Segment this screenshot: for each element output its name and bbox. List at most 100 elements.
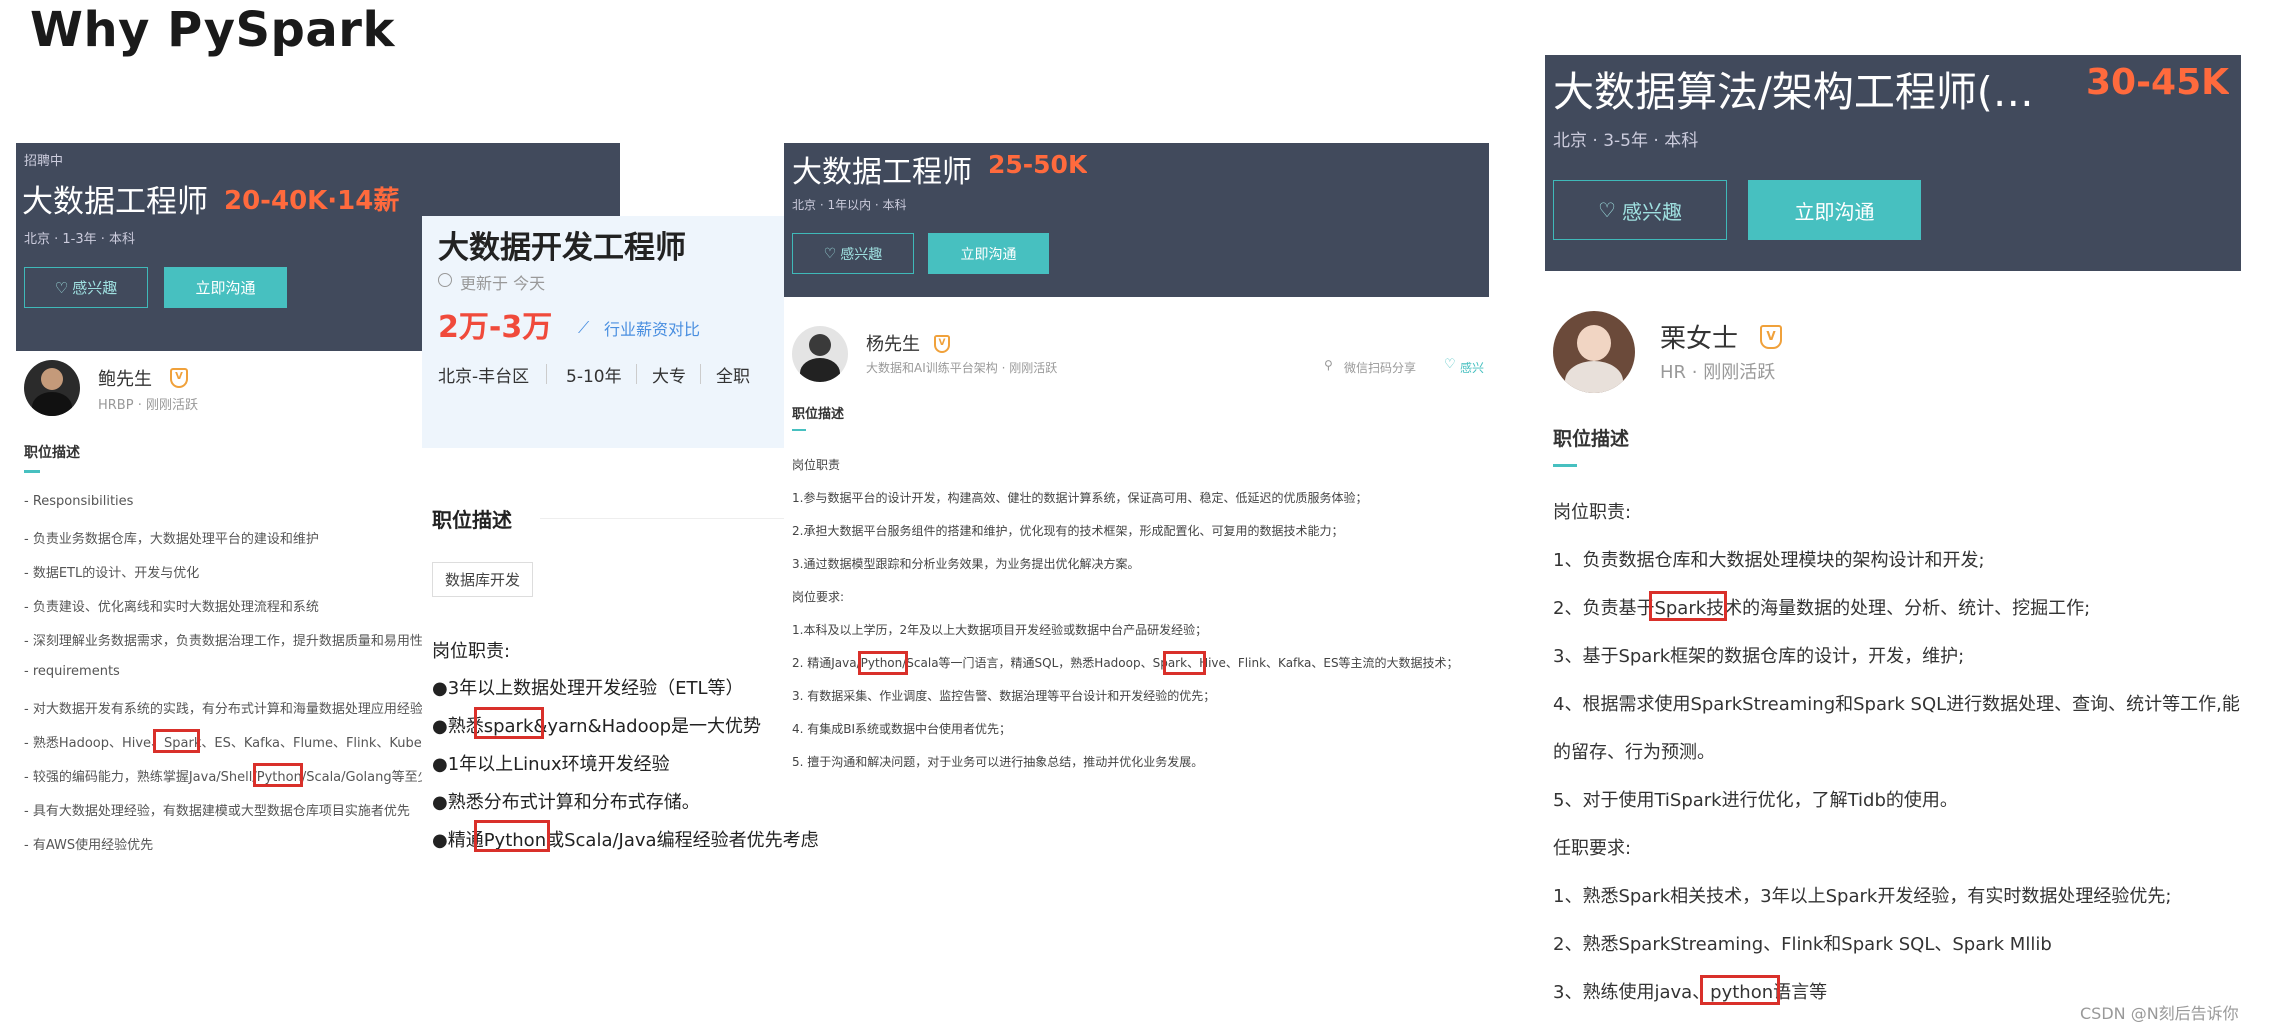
card3-like[interactable]: 感兴 xyxy=(1460,359,1484,376)
card1-avatar xyxy=(24,360,80,416)
card3-meta: 北京 · 1年以内 · 本科 xyxy=(792,198,907,212)
card1-interest-button[interactable]: ♡ 感兴趣 xyxy=(24,267,148,308)
card4-meta: 北京 · 3-5年 · 本科 xyxy=(1553,131,1699,151)
card4-interest-label: 感兴趣 xyxy=(1621,199,1682,224)
section-rule xyxy=(540,518,784,519)
python-highlight-box xyxy=(1700,975,1780,1005)
card1-line: - 深刻理解业务数据需求，负责数据治理工作，提升数据质量和易用性 xyxy=(24,634,422,649)
card3-line: 岗位要求: xyxy=(792,590,845,604)
card4-section-title: 职位描述 xyxy=(1553,428,1630,450)
heart-icon: ♡ xyxy=(54,278,69,297)
card4-line: 2、熟悉SparkStreaming、Flink和Spark SQL、Spark… xyxy=(1553,934,2052,955)
card1-interest-label: 感兴趣 xyxy=(72,279,118,297)
spark-highlight-box xyxy=(1163,651,1206,675)
card1-line: - 具有大数据处理经验，有数据建模或大型数据仓库项目实施者优先 xyxy=(24,804,410,819)
card4-avatar xyxy=(1553,311,1635,393)
section-underline xyxy=(24,470,40,473)
card1-chat-button[interactable]: 立即沟通 xyxy=(164,267,287,308)
card3-line: 1.本科及以上学历，2年及以上大数据项目开发经验或数据中台产品研发经验； xyxy=(792,623,1208,637)
card3-line: 5. 擅于沟通和解决问题，对于业务可以进行抽象总结，推动并优化业务发展。 xyxy=(792,755,1204,769)
card4-interest-button[interactable]: ♡ 感兴趣 xyxy=(1553,180,1727,240)
card2-duty-title: 岗位职责: xyxy=(432,641,511,662)
card2-tag: 北京-丰台区 xyxy=(438,367,530,387)
card3-job-title: 大数据工程师 xyxy=(792,155,972,190)
python-highlight-box xyxy=(858,651,908,675)
card4-line: 任职要求: xyxy=(1553,838,1632,859)
page-title: Why PySpark xyxy=(30,2,395,58)
spark-highlight-box xyxy=(153,729,200,753)
link-icon: ⚲ xyxy=(1324,358,1333,372)
spark-highlight-box xyxy=(474,707,544,739)
card1-recruiter-meta: HRBP · 刚刚活跃 xyxy=(98,398,198,413)
card4-job-title: 大数据算法/架构工程师(… xyxy=(1553,68,2034,116)
card1-line: - requirements xyxy=(24,664,120,679)
card2-salary: 2万-3万 xyxy=(438,310,553,345)
card1-job-title: 大数据工程师 xyxy=(22,184,208,220)
heart-icon: ♡ xyxy=(823,245,837,262)
card3-avatar xyxy=(792,326,848,382)
card4-line: 岗位职责: xyxy=(1553,502,1632,523)
card4-chat-button[interactable]: 立即沟通 xyxy=(1748,180,1921,240)
card2-line: ●熟悉分布式计算和分布式存储。 xyxy=(432,792,700,813)
card4-salary: 30-45K xyxy=(2086,62,2230,103)
tag-divider xyxy=(546,364,547,384)
card3-chat-button[interactable]: 立即沟通 xyxy=(928,233,1049,274)
card3-line: 2.承担大数据平台服务组件的搭建和维护，优化现有的技术框架，形成配置化、可复用的… xyxy=(792,524,1344,538)
card2-compare-link[interactable]: 行业薪资对比 xyxy=(604,316,700,340)
card1-line: - 负责建设、优化离线和实时大数据处理流程和系统 xyxy=(24,600,319,615)
card3-line: 岗位职责 xyxy=(792,458,841,472)
card4-recruiter-name: 栗女士 xyxy=(1660,324,1739,354)
card3-line: 1.参与数据平台的设计开发，构建高效、健壮的数据计算系统，保证高可用、稳定、低延… xyxy=(792,491,1368,505)
python-highlight-box xyxy=(253,763,303,787)
tag-divider xyxy=(700,364,701,384)
card2-tag: 全职 xyxy=(716,367,750,387)
card2-tag: 5-10年 xyxy=(566,367,622,387)
card2-job-title: 大数据开发工程师 xyxy=(438,230,686,266)
card1-line: - 负责业务数据仓库，大数据处理平台的建设和维护 xyxy=(24,532,319,547)
card1-meta: 北京 · 1-3年 · 本科 xyxy=(24,232,136,247)
watermark: CSDN @N刻后告诉你 xyxy=(2080,1004,2239,1023)
card1-status: 招聘中 xyxy=(24,154,64,169)
card3-recruiter-name: 杨先生 xyxy=(866,334,920,355)
card4-line: 的留存、行为预测。 xyxy=(1553,742,1715,763)
card1-recruiter-name: 鲍先生 xyxy=(98,369,152,390)
card3-section-title: 职位描述 xyxy=(792,407,845,422)
section-underline xyxy=(1553,464,1577,467)
clock-icon xyxy=(438,273,452,287)
verified-badge-icon: V xyxy=(1760,325,1782,349)
spark-highlight-box xyxy=(1649,591,1727,621)
heart-icon: ♡ xyxy=(1598,198,1616,222)
heart-icon: ♡ xyxy=(1444,357,1456,372)
card1-line: - 数据ETL的设计、开发与优化 xyxy=(24,566,200,581)
card3-interest-label: 感兴趣 xyxy=(840,246,883,263)
card3-salary: 25-50K xyxy=(988,150,1088,179)
card4-line: 5、对于使用TiSpark进行优化，了解Tidb的使用。 xyxy=(1553,790,1958,811)
tag-divider xyxy=(636,364,637,384)
verified-badge-icon: V xyxy=(170,368,188,388)
verified-badge-icon: V xyxy=(934,335,950,353)
section-underline xyxy=(792,429,806,431)
card4-line: 3、基于Spark框架的数据仓库的设计，开发，维护; xyxy=(1553,646,1965,667)
card2-section-title: 职位描述 xyxy=(432,508,512,532)
card4-line: 1、负责数据仓库和大数据处理模块的架构设计和开发; xyxy=(1553,550,1985,571)
card3-line: 4. 有集成BI系统或数据中台使用者优先； xyxy=(792,722,1012,736)
card3-recruiter-meta: 大数据和AI训练平台架构 · 刚刚活跃 xyxy=(866,361,1058,375)
card1-line: - 有AWS使用经验优先 xyxy=(24,838,154,853)
card2-tag: 大专 xyxy=(652,367,686,387)
card2-line: ●3年以上数据处理开发经验（ETL等） xyxy=(432,678,744,699)
card2-line: ●1年以上Linux环境开发经验 xyxy=(432,754,670,775)
card4-recruiter-meta: HR · 刚刚活跃 xyxy=(1660,362,1776,383)
card1-section-title: 职位描述 xyxy=(24,445,80,461)
card3-interest-button[interactable]: ♡ 感兴趣 xyxy=(792,233,914,274)
card3-line: 3.通过数据模型跟踪和分析业务效果，为业务提出优化解决方案。 xyxy=(792,557,1140,571)
card2-updated: 更新于 今天 xyxy=(460,274,546,293)
card4-line: 1、熟悉Spark相关技术，3年以上Spark开发经验，有实时数据处理经验优先; xyxy=(1553,886,2172,907)
card1-salary: 20-40K·14薪 xyxy=(224,186,400,216)
card4-line: 4、根据需求使用SparkStreaming和Spark SQL进行数据处理、查… xyxy=(1553,694,2240,715)
card2-category-tag: 数据库开发 xyxy=(432,562,534,597)
card3-share[interactable]: 微信扫码分享 xyxy=(1344,359,1416,376)
python-highlight-box xyxy=(474,820,550,852)
card1-line: - Responsibilities xyxy=(24,494,134,509)
card1-line: - 熟悉Hadoop、Hive、Spark、ES、Kafka、Flume、Fli… xyxy=(24,736,422,751)
card1-line: - 对大数据开发有系统的实践，有分布式计算和海量数据处理应用经验 xyxy=(24,702,422,717)
